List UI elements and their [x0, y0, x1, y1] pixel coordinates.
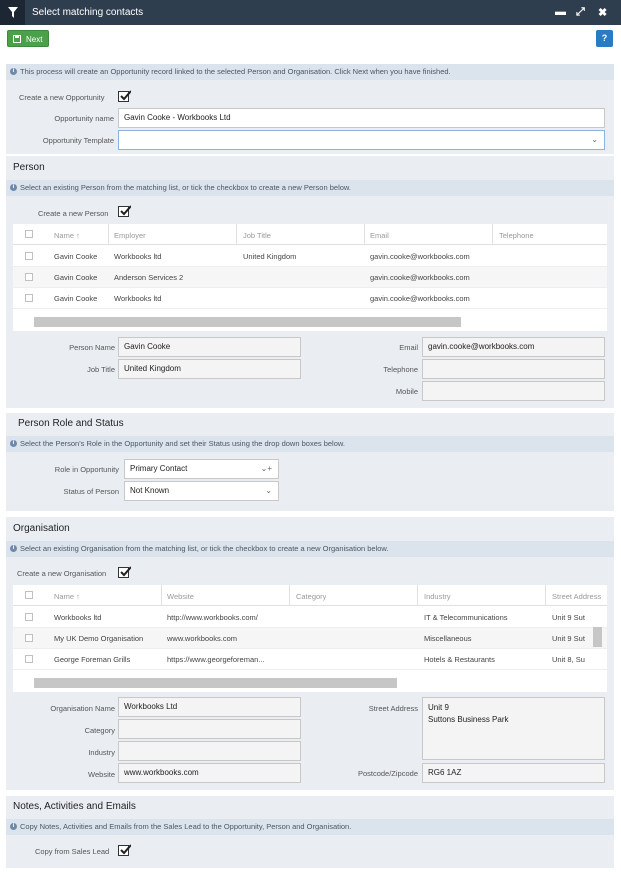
- create-opportunity-label: Create a new Opportunity: [19, 93, 105, 102]
- info-icon: i: [10, 823, 17, 830]
- window-titlebar: Select matching contacts ▬ ⤢ ✖: [0, 0, 621, 25]
- street-address-label: Street Address: [368, 704, 418, 713]
- postcode-label: Postcode/Zipcode: [357, 769, 418, 778]
- create-organisation-label: Create a new Organisation: [17, 569, 107, 578]
- chevron-down-icon: ⌄: [265, 486, 272, 495]
- opportunity-name-label: Opportunity name: [54, 114, 114, 123]
- create-opportunity-checkbox[interactable]: [118, 90, 131, 102]
- organisation-name-field[interactable]: Workbooks Ltd: [118, 697, 301, 717]
- row-checkbox[interactable]: [25, 655, 33, 663]
- column-header-website[interactable]: Website: [167, 592, 194, 601]
- select-all-checkbox[interactable]: [25, 230, 33, 238]
- row-checkbox[interactable]: [25, 252, 33, 260]
- opportunity-name-input[interactable]: Gavin Cooke - Workbooks Ltd: [118, 108, 605, 128]
- close-icon[interactable]: ✖: [598, 6, 607, 19]
- chevron-down-icon: ⌄: [591, 135, 598, 144]
- create-organisation-checkbox[interactable]: [118, 566, 131, 578]
- vertical-scrollbar[interactable]: [593, 627, 602, 647]
- email-field[interactable]: gavin.cooke@workbooks.com: [422, 337, 605, 357]
- job-title-label: Job Title: [87, 365, 115, 374]
- email-label: Email: [399, 343, 418, 352]
- category-field[interactable]: [118, 719, 301, 739]
- column-header-industry[interactable]: Industry: [424, 592, 451, 601]
- organisation-section-title: Organisation: [13, 523, 70, 534]
- role-in-opportunity-label: Role in Opportunity: [54, 465, 119, 474]
- column-header-email[interactable]: Email: [370, 231, 389, 240]
- help-button[interactable]: ?: [596, 30, 613, 47]
- organisation-info-bar: i Select an existing Organisation from t…: [6, 541, 614, 557]
- notes-section-title: Notes, Activities and Emails: [13, 801, 136, 812]
- job-title-field[interactable]: United Kingdom: [118, 359, 301, 379]
- copy-from-sales-lead-label: Copy from Sales Lead: [35, 847, 110, 856]
- person-info-bar: i Select an existing Person from the mat…: [6, 180, 614, 196]
- industry-label: Industry: [88, 748, 115, 757]
- column-header-category[interactable]: Category: [296, 592, 326, 601]
- role-info-bar: i Select the Person's Role in the Opport…: [6, 436, 614, 452]
- info-icon: i: [10, 545, 17, 552]
- table-row[interactable]: Gavin Cooke Workbooks ltd gavin.cooke@wo…: [13, 288, 607, 309]
- minimize-icon[interactable]: ▬: [555, 6, 566, 18]
- column-header-job-title[interactable]: Job Title: [243, 231, 271, 240]
- copy-from-sales-lead-checkbox[interactable]: [118, 844, 131, 856]
- table-row[interactable]: George Foreman Grills https://www.george…: [13, 649, 607, 670]
- mobile-label: Mobile: [395, 387, 418, 396]
- person-match-grid: Name ↑ Employer Job Title Email Telephon…: [13, 224, 607, 331]
- row-checkbox[interactable]: [25, 273, 33, 281]
- horizontal-scrollbar[interactable]: [34, 678, 397, 688]
- column-header-name[interactable]: Name ↑: [54, 231, 80, 240]
- status-of-person-label: Status of Person: [63, 487, 119, 496]
- column-header-street-address[interactable]: Street Address: [552, 592, 601, 601]
- column-header-employer[interactable]: Employer: [114, 231, 146, 240]
- info-icon: i: [10, 184, 17, 191]
- horizontal-scrollbar[interactable]: [34, 317, 461, 327]
- telephone-label: Telephone: [383, 365, 418, 374]
- table-row[interactable]: Workbooks ltd http://www.workbooks.com/ …: [13, 607, 607, 628]
- postcode-field[interactable]: RG6 1AZ: [422, 763, 605, 783]
- window-title: Select matching contacts: [32, 7, 144, 18]
- person-section-title: Person: [13, 162, 45, 173]
- next-button[interactable]: Next: [7, 30, 49, 47]
- industry-field[interactable]: [118, 741, 301, 761]
- row-checkbox[interactable]: [25, 294, 33, 302]
- role-section-title: Person Role and Status: [18, 418, 124, 429]
- row-checkbox[interactable]: [25, 613, 33, 621]
- chevron-down-icon: ⌄+: [260, 464, 272, 473]
- organisation-name-label: Organisation Name: [50, 704, 115, 713]
- save-icon: [13, 35, 21, 43]
- person-grid-header: Name ↑ Employer Job Title Email Telephon…: [13, 224, 607, 245]
- role-in-opportunity-select[interactable]: Primary Contact ⌄+: [124, 459, 279, 479]
- create-person-label: Create a new Person: [38, 209, 109, 218]
- maximize-icon[interactable]: ⤢: [576, 6, 585, 19]
- table-row[interactable]: Gavin Cooke Workbooks ltd United Kingdom…: [13, 246, 607, 267]
- intro-info-bar: i This process will create an Opportunit…: [6, 64, 614, 80]
- organisation-grid-header: Name ↑ Website Category Industry Street …: [13, 585, 607, 606]
- telephone-field[interactable]: [422, 359, 605, 379]
- create-person-checkbox[interactable]: [118, 205, 131, 217]
- mobile-field[interactable]: [422, 381, 605, 401]
- person-name-label: Person Name: [69, 343, 115, 352]
- category-label: Category: [84, 726, 115, 735]
- website-label: Website: [88, 770, 115, 779]
- table-row[interactable]: Gavin Cooke Anderson Services 2 gavin.co…: [13, 267, 607, 288]
- status-of-person-select[interactable]: Not Known ⌄: [124, 481, 279, 501]
- column-header-telephone[interactable]: Telephone: [499, 231, 534, 240]
- opportunity-template-select[interactable]: ⌄: [118, 130, 605, 150]
- website-field[interactable]: www.workbooks.com: [118, 763, 301, 783]
- info-icon: i: [10, 440, 17, 447]
- notes-info-bar: i Copy Notes, Activities and Emails from…: [6, 819, 614, 835]
- info-icon: i: [10, 68, 17, 75]
- row-checkbox[interactable]: [25, 634, 33, 642]
- table-row[interactable]: My UK Demo Organisation www.workbooks.co…: [13, 628, 607, 649]
- select-all-checkbox[interactable]: [25, 591, 33, 599]
- column-header-name[interactable]: Name ↑: [54, 592, 80, 601]
- filter-icon: [0, 0, 25, 25]
- organisation-match-grid: Name ↑ Website Category Industry Street …: [13, 585, 607, 692]
- street-address-field[interactable]: Unit 9 Suttons Business Park: [422, 697, 605, 760]
- opportunity-template-label: Opportunity Template: [42, 136, 114, 145]
- person-name-field[interactable]: Gavin Cooke: [118, 337, 301, 357]
